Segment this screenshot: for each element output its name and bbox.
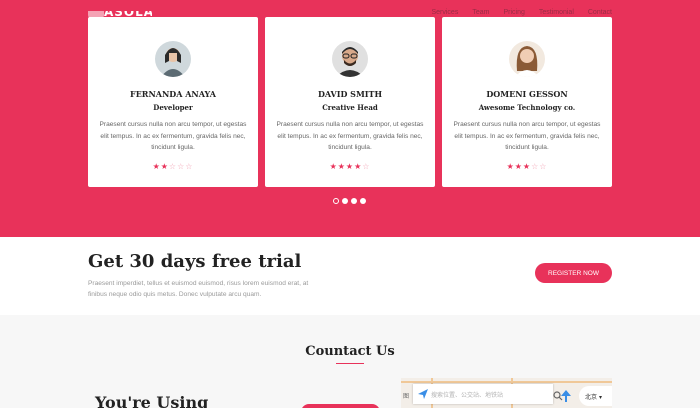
nav-testimonial[interactable]: Testimonial: [539, 9, 574, 16]
testimonial-card: DAVID SMITH Creative Head Praesent cursu…: [265, 17, 435, 187]
star-icon: ★: [152, 162, 161, 171]
testimonial-name: DAVID SMITH: [317, 89, 383, 99]
title-underline: [336, 363, 364, 364]
testimonial-card: FERNANDA ANAYA Developer Praesent cursus…: [88, 17, 258, 187]
avatar-man-icon: [332, 41, 368, 77]
testimonial-name: FERNANDA ANAYA: [130, 89, 216, 99]
main-nav: Services Team Pricing Testimonial Contac…: [431, 9, 612, 16]
register-now-button[interactable]: REGISTER NOW: [535, 263, 612, 283]
testimonial-role: Awesome Technology co.: [478, 103, 576, 112]
testimonial-quote: Praesent cursus nulla non arcu tempor, u…: [99, 121, 247, 151]
star-icon: ★: [337, 162, 346, 171]
testimonial-quote: Praesent cursus nulla non arcu tempor, u…: [276, 121, 424, 151]
map-search-placeholder: 搜索位置、公交站、地铁站: [431, 391, 504, 399]
map-layer-label: 图: [403, 393, 410, 400]
star-icon: ★: [160, 162, 169, 171]
contact-button[interactable]: [301, 404, 380, 408]
avatar-woman-2-icon: [509, 41, 545, 77]
star-empty-icon: ☆: [362, 162, 371, 171]
route-icon[interactable]: [561, 390, 571, 402]
star-icon: ★: [506, 162, 515, 171]
contact-section: Countact Us You're Using 图 搜索位置、公交站、地铁站 …: [0, 315, 700, 408]
nav-contact[interactable]: Contact: [588, 9, 612, 16]
star-empty-icon: ☆: [185, 162, 194, 171]
star-icon: ★: [345, 162, 355, 171]
testimonial-role: Developer: [153, 103, 193, 112]
nav-services[interactable]: Services: [431, 9, 458, 16]
trial-text: Praesent imperdiet, tellus et euismod eu…: [88, 280, 309, 298]
star-empty-icon: ☆: [168, 162, 178, 171]
carousel-dots: [333, 198, 366, 204]
star-icon: ★: [329, 162, 338, 171]
chevron-down-icon: ▾: [598, 394, 602, 401]
nav-team[interactable]: Team: [472, 9, 489, 16]
testimonial-card: DOMENI GESSON Awesome Technology co. Pra…: [442, 17, 612, 187]
location-arrow-icon: [418, 389, 428, 399]
star-rating: ★★☆☆☆: [88, 162, 258, 171]
free-trial-section: Get 30 days free trial Praesent imperdie…: [0, 237, 700, 315]
avatar-woman-icon: [155, 41, 191, 77]
star-empty-icon: ☆: [539, 162, 548, 171]
testimonial-quote: Praesent cursus nulla non arcu tempor, u…: [453, 121, 601, 151]
map-widget[interactable]: 图 搜索位置、公交站、地铁站 北京 ▾: [401, 378, 612, 408]
carousel-dot[interactable]: [360, 198, 366, 204]
contact-title: Countact Us: [305, 344, 395, 359]
nav-pricing[interactable]: Pricing: [503, 9, 524, 16]
city-selector[interactable]: 北京 ▾: [579, 386, 612, 406]
testimonials-section: ASOLAI Services Team Pricing Testimonial…: [0, 0, 700, 237]
contact-subtitle: You're Using: [95, 393, 209, 408]
carousel-dot[interactable]: [342, 198, 348, 204]
carousel-dot[interactable]: [333, 198, 339, 204]
star-rating: ★★★☆☆: [442, 162, 612, 171]
carousel-dot[interactable]: [351, 198, 357, 204]
star-rating: ★★★★☆: [265, 162, 435, 171]
trial-title: Get 30 days free trial: [88, 251, 302, 272]
testimonial-name: DOMENI GESSON: [486, 89, 568, 99]
star-icon: ★: [514, 162, 523, 171]
star-icon: ★: [522, 162, 532, 171]
map-search-input[interactable]: 搜索位置、公交站、地铁站: [413, 384, 563, 404]
city-label: 北京: [585, 394, 598, 401]
testimonial-role: Creative Head: [322, 103, 378, 112]
